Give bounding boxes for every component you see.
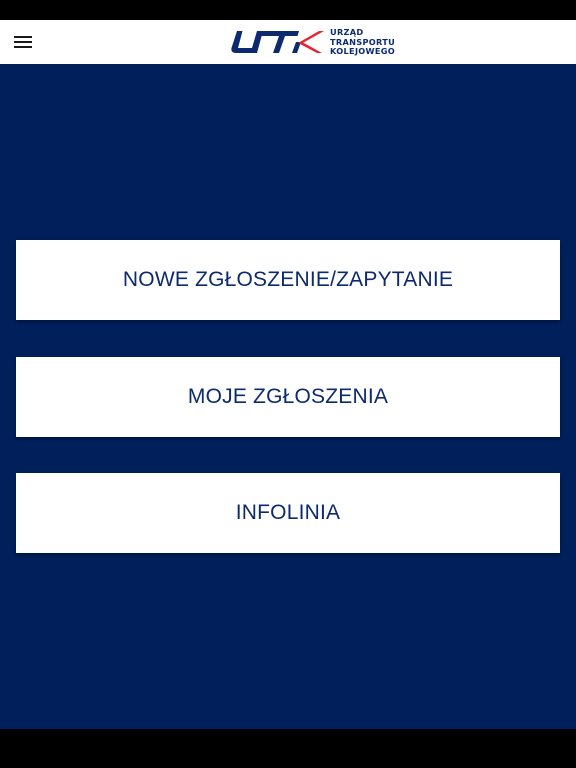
main-menu-area: NOWE ZGŁOSZENIE/ZAPYTANIE MOJE ZGŁOSZENI… <box>0 64 576 729</box>
my-reports-button[interactable]: MOJE ZGŁOSZENIA <box>16 357 560 437</box>
hamburger-menu-icon[interactable] <box>10 30 36 54</box>
bottom-bar <box>0 729 576 768</box>
infoline-button[interactable]: INFOLINIA <box>16 473 560 553</box>
my-reports-label: MOJE ZGŁOSZENIA <box>187 385 389 408</box>
status-bar <box>0 0 576 20</box>
logo-text: URZĄD TRANSPORTU KOLEJOWEGO <box>330 27 396 57</box>
utk-logo: URZĄD TRANSPORTU KOLEJOWEGO <box>229 26 404 58</box>
logo-text-line-3: KOLEJOWEGO <box>330 46 396 57</box>
app-header: URZĄD TRANSPORTU KOLEJOWEGO <box>0 20 576 64</box>
utk-logo-mark <box>231 31 324 53</box>
new-report-label: NOWE ZGŁOSZENIE/ZAPYTANIE <box>122 268 454 291</box>
new-report-button[interactable]: NOWE ZGŁOSZENIE/ZAPYTANIE <box>16 240 560 320</box>
infoline-label: INFOLINIA <box>235 501 341 524</box>
